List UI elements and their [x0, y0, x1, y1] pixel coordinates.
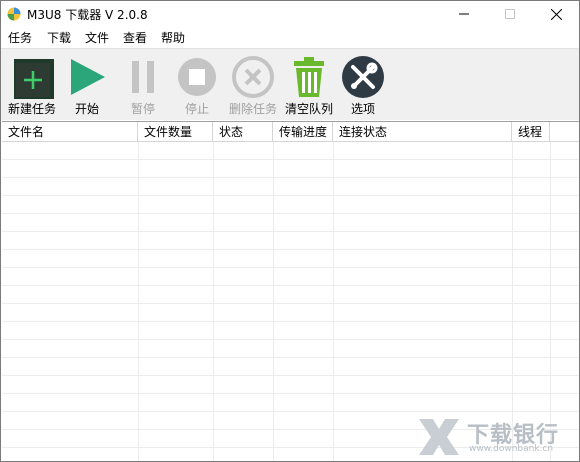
stop-label: 停止 — [184, 102, 209, 116]
trash-icon — [294, 57, 324, 97]
tools-icon — [342, 56, 384, 98]
delete-task-button[interactable]: 删除任务 — [225, 49, 281, 119]
start-button[interactable]: 开始 — [63, 49, 111, 119]
table-row — [2, 214, 579, 232]
maximize-button[interactable] — [487, 1, 533, 27]
table-row — [2, 196, 579, 214]
stop-button[interactable]: 停止 — [173, 49, 221, 119]
new-task-button[interactable]: 新建任务 — [5, 49, 59, 119]
table-row — [2, 322, 579, 340]
menu-file[interactable]: 文件 — [85, 29, 109, 46]
options-label: 选项 — [350, 102, 375, 116]
table-row — [2, 160, 579, 178]
table-row — [2, 394, 579, 412]
pause-label: 暂停 — [130, 102, 155, 116]
start-label: 开始 — [74, 102, 99, 116]
table-row — [2, 250, 579, 268]
column-header-connection[interactable]: 连接状态 — [333, 122, 512, 142]
options-button[interactable]: 选项 — [339, 49, 387, 119]
app-window: M3U8 下载器 V 2.0.8 任务 下载 文件 查看 帮助 新建任务 开始 … — [0, 0, 580, 462]
table-header: 文件名 文件数量 状态 传输进度 连接状态 线程 — [2, 122, 579, 142]
pause-icon — [132, 61, 154, 93]
table-row — [2, 376, 579, 394]
clear-queue-button[interactable]: 清空队列 — [281, 49, 337, 119]
table-row — [2, 142, 579, 160]
table-row — [2, 268, 579, 286]
column-header-threads[interactable]: 线程 — [512, 122, 550, 142]
toolbar: 新建任务 开始 暂停 停止 删除任务 清空队列 选项 — [1, 48, 579, 120]
table-row — [2, 286, 579, 304]
menu-help[interactable]: 帮助 — [161, 29, 185, 46]
task-list[interactable]: 文件名 文件数量 状态 传输进度 连接状态 线程 — [2, 121, 579, 461]
delete-icon — [232, 56, 274, 98]
table-row — [2, 232, 579, 250]
table-row — [2, 178, 579, 196]
table-row — [2, 340, 579, 358]
title-bar[interactable]: M3U8 下载器 V 2.0.8 — [1, 1, 579, 27]
column-header-status[interactable]: 状态 — [213, 122, 273, 142]
menu-download[interactable]: 下载 — [47, 29, 71, 46]
play-icon — [71, 59, 105, 95]
stop-icon — [178, 58, 216, 96]
window-title: M3U8 下载器 V 2.0.8 — [27, 8, 148, 22]
watermark-url: www.downbank.cn — [469, 444, 554, 454]
clear-queue-label: 清空队列 — [284, 102, 333, 116]
menu-view[interactable]: 查看 — [123, 29, 147, 46]
watermark: 下载银行 www.downbank.cn — [413, 415, 573, 457]
pause-button[interactable]: 暂停 — [119, 49, 167, 119]
app-logo-icon — [7, 7, 21, 21]
column-header-progress[interactable]: 传输进度 — [273, 122, 333, 142]
menu-task[interactable]: 任务 — [8, 29, 32, 46]
new-task-label: 新建任务 — [7, 102, 56, 116]
minimize-icon — [459, 13, 469, 15]
column-header-filename[interactable]: 文件名 — [2, 122, 138, 142]
minimize-button[interactable] — [441, 1, 487, 27]
close-icon — [550, 8, 562, 20]
close-button[interactable] — [533, 1, 579, 27]
maximize-icon — [505, 9, 515, 19]
watermark-logo-icon — [419, 419, 459, 455]
add-task-icon — [14, 59, 54, 99]
menu-bar: 任务 下载 文件 查看 帮助 — [1, 27, 579, 47]
table-row — [2, 304, 579, 322]
delete-task-label: 删除任务 — [228, 102, 277, 116]
table-row — [2, 358, 579, 376]
column-header-file-count[interactable]: 文件数量 — [138, 122, 213, 142]
